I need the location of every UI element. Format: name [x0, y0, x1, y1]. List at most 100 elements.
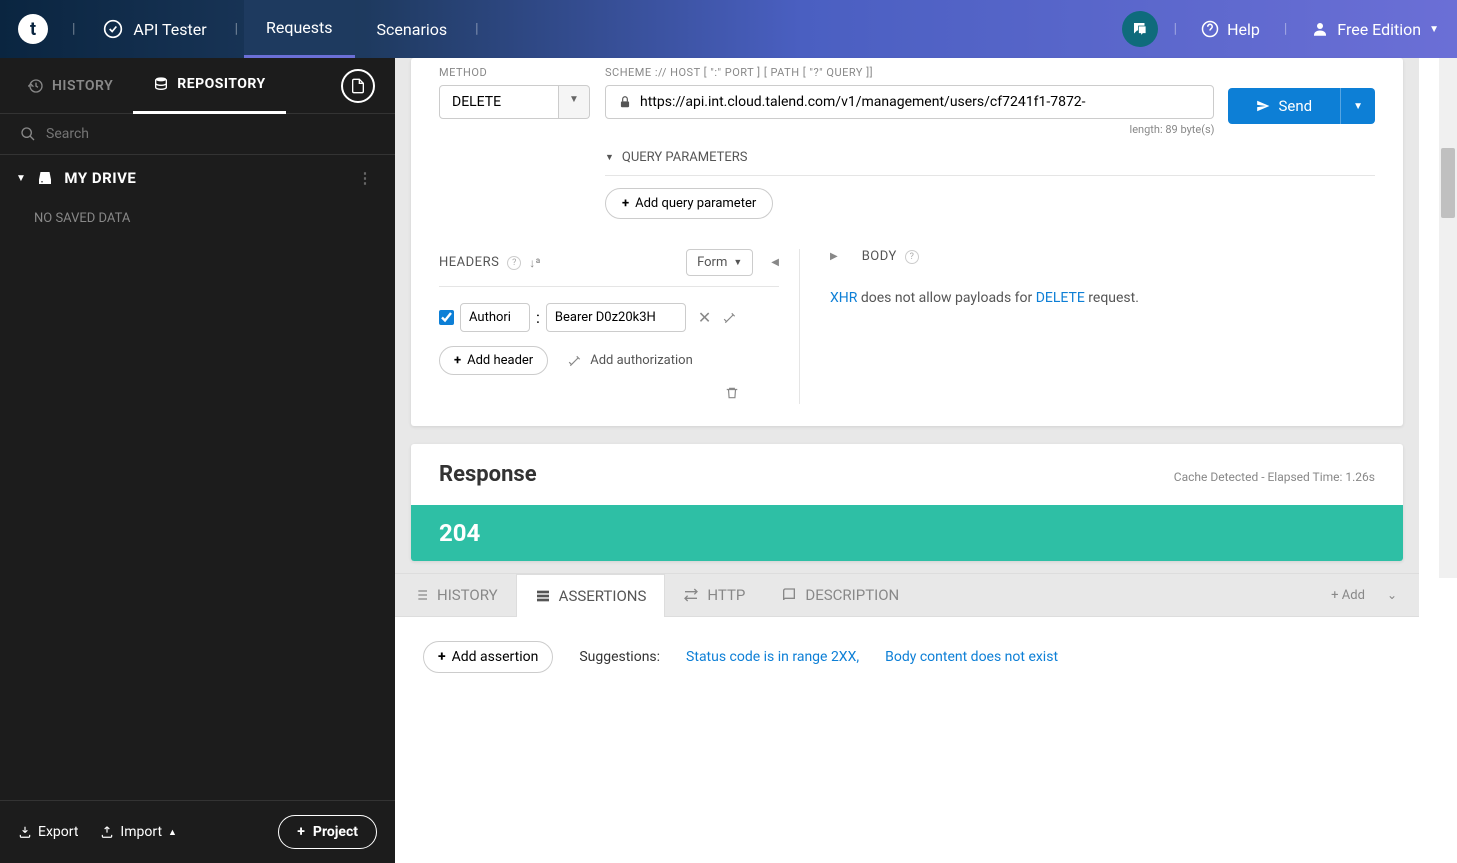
url-input[interactable] [640, 94, 1201, 110]
sidebar-footer: Export Import ▲ + Project [0, 800, 395, 863]
panel-body: + Add assertion Suggestions: Status code… [395, 617, 1419, 697]
search-input[interactable] [46, 126, 375, 142]
chat-button[interactable] [1122, 11, 1158, 47]
add-query-button[interactable]: + Add query parameter [605, 188, 773, 219]
download-icon [18, 825, 32, 839]
panel-tabs-right: + Add ⌄ [1317, 588, 1419, 603]
help-button[interactable]: Help [1183, 20, 1278, 39]
edition-button[interactable]: Free Edition ▼ [1293, 20, 1457, 39]
send-button[interactable]: Send [1228, 88, 1340, 124]
response-card: Response Cache Detected - Elapsed Time: … [411, 444, 1403, 561]
caret-up-icon: ▲ [168, 827, 177, 838]
tab-http[interactable]: HTTP [665, 574, 763, 616]
response-meta: Cache Detected - Elapsed Time: 1.26s [1174, 470, 1375, 484]
lock-icon [618, 95, 632, 109]
my-drive-row[interactable]: ▼ MY DRIVE ⋮ [0, 155, 395, 201]
import-button[interactable]: Import ▲ [100, 824, 177, 840]
search-bar [0, 114, 395, 155]
http-label: HTTP [707, 586, 745, 604]
send-dropdown[interactable]: ▼ [1340, 88, 1375, 124]
sort-button[interactable]: ↓ª [529, 256, 540, 270]
expand-right-button[interactable]: ▶ [830, 251, 838, 262]
save-button[interactable] [341, 69, 375, 103]
header-checkbox[interactable] [439, 310, 454, 325]
delete-link[interactable]: DELETE [1036, 290, 1085, 306]
scenarios-nav[interactable]: Scenarios [355, 0, 470, 58]
body-message: XHR does not allow payloads for DELETE r… [830, 290, 1375, 306]
method-column: METHOD ▼ [439, 66, 591, 119]
export-button[interactable]: Export [18, 824, 78, 840]
panel-expand-button[interactable]: ⌄ [1379, 588, 1405, 602]
add-label: Add [1342, 588, 1365, 603]
scenarios-label: Scenarios [377, 20, 448, 39]
separator: | [66, 21, 81, 37]
check-circle-icon [103, 19, 123, 39]
requests-nav[interactable]: Requests [244, 0, 355, 58]
scrollbar-track[interactable] [1439, 58, 1457, 578]
app-header: t | API Tester | Requests Scenarios | | … [0, 0, 1457, 58]
no-saved-data: NO SAVED DATA [0, 201, 395, 236]
trash-icon [725, 386, 739, 400]
export-label: Export [38, 824, 78, 840]
add-authorization-button[interactable]: Add authorization [568, 353, 693, 368]
trash-button[interactable] [439, 385, 779, 404]
add-auth-label: Add authorization [590, 353, 693, 368]
query-params-toggle[interactable]: ▼ QUERY PARAMETERS [605, 150, 1375, 176]
body-text-1: does not allow payloads for [857, 290, 1035, 306]
collapse-left-button[interactable]: ◀ [771, 257, 779, 268]
description-label: DESCRIPTION [805, 586, 899, 604]
tab-history[interactable]: HISTORY [0, 78, 133, 94]
plus-icon: + [1331, 588, 1342, 603]
drive-icon [36, 169, 54, 187]
chevron-down-icon: ▼ [1429, 24, 1439, 35]
xhr-link[interactable]: XHR [830, 290, 857, 306]
plus-icon: + [622, 196, 629, 211]
scrollbar-thumb[interactable] [1441, 148, 1455, 218]
help-icon[interactable]: ? [905, 250, 919, 264]
separator: | [229, 21, 244, 37]
delete-header-button[interactable]: ✕ [692, 308, 717, 327]
user-icon [1311, 20, 1329, 38]
suggestion-body-content[interactable]: Body content does not exist [885, 649, 1058, 665]
headers-mode-select[interactable]: Form ▼ [686, 249, 753, 276]
document-icon [350, 78, 366, 94]
request-top-row: METHOD ▼ SCHEME :// HOST [ ":" PORT ] [ … [439, 66, 1375, 136]
query-params-label: QUERY PARAMETERS [622, 150, 748, 165]
colon: : [536, 308, 540, 327]
header-name-input[interactable] [460, 303, 530, 332]
help-icon [1201, 20, 1219, 38]
plus-icon: + [454, 353, 461, 368]
add-header-button[interactable]: + Add header [439, 346, 548, 375]
method-input[interactable] [439, 85, 559, 119]
tab-repository[interactable]: REPOSITORY [133, 58, 285, 114]
repository-label: REPOSITORY [177, 76, 265, 92]
body-column: ▶ BODY ? XHR does not allow payloads for… [799, 249, 1375, 404]
project-button[interactable]: + Project [278, 815, 377, 849]
magic-wand-icon[interactable] [723, 311, 737, 325]
logo-icon[interactable]: t [18, 14, 48, 44]
api-tester-nav[interactable]: API Tester [81, 0, 228, 58]
form-mode-label: Form [697, 255, 727, 270]
panel-add-button[interactable]: + Add [1317, 588, 1379, 603]
header-right: | Help | Free Edition ▼ [1112, 11, 1457, 47]
separator: | [469, 21, 484, 37]
sidebar: HISTORY REPOSITORY ▼ MY DRIVE ⋮ NO SAVED… [0, 58, 395, 863]
url-box [605, 85, 1214, 119]
tab-assertions[interactable]: ASSERTIONS [516, 574, 666, 617]
swap-icon [683, 587, 699, 603]
header-value-input[interactable] [546, 303, 686, 332]
tab-history-panel[interactable]: HISTORY [395, 574, 516, 616]
suggestion-status-code[interactable]: Status code is in range 2XX, [686, 649, 859, 665]
tab-description[interactable]: DESCRIPTION [763, 574, 917, 616]
method-dropdown[interactable]: ▼ [559, 85, 590, 119]
url-label: SCHEME :// HOST [ ":" PORT ] [ PATH [ "?… [605, 66, 1214, 79]
separator: | [1278, 21, 1293, 37]
drive-more-button[interactable]: ⋮ [352, 169, 380, 187]
bottom-panel: HISTORY ASSERTIONS HTTP DESCRIPTION + Ad… [395, 573, 1419, 863]
main-content: METHOD ▼ SCHEME :// HOST [ ":" PORT ] [ … [395, 58, 1419, 863]
plus-icon: + [438, 649, 446, 665]
help-icon[interactable]: ? [507, 256, 521, 270]
add-assertion-button[interactable]: + Add assertion [423, 641, 553, 673]
history-label: HISTORY [52, 78, 113, 94]
send-icon [1256, 99, 1270, 113]
